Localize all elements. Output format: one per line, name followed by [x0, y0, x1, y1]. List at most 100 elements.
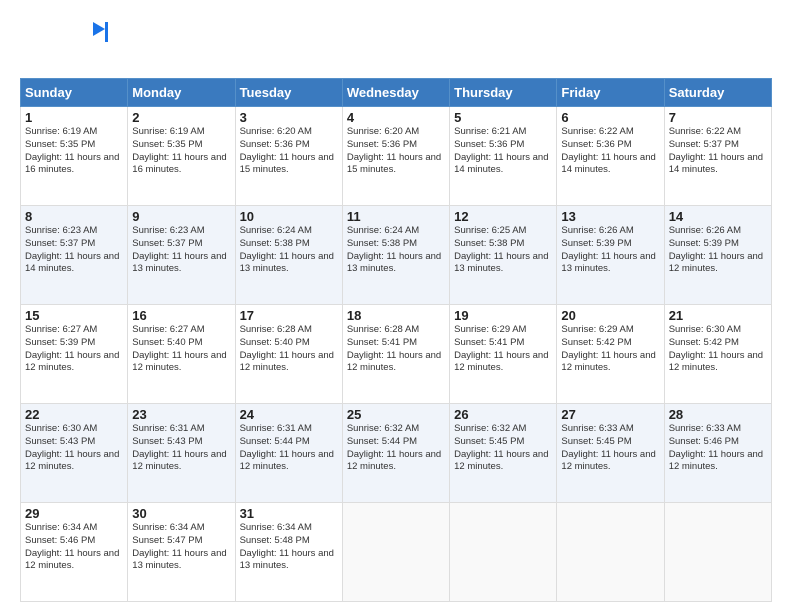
calendar-cell: 14Sunrise: 6:26 AMSunset: 5:39 PMDayligh… [664, 206, 771, 305]
day-info: Sunrise: 6:28 AMSunset: 5:41 PMDaylight:… [347, 324, 445, 375]
day-info: Sunrise: 6:34 AMSunset: 5:47 PMDaylight:… [132, 522, 230, 573]
calendar-cell: 18Sunrise: 6:28 AMSunset: 5:41 PMDayligh… [342, 305, 449, 404]
day-info: Sunrise: 6:32 AMSunset: 5:44 PMDaylight:… [347, 423, 445, 474]
calendar-week-row: 29Sunrise: 6:34 AMSunset: 5:46 PMDayligh… [21, 503, 772, 602]
day-number: 8 [25, 209, 123, 224]
calendar-cell: 23Sunrise: 6:31 AMSunset: 5:43 PMDayligh… [128, 404, 235, 503]
day-number: 9 [132, 209, 230, 224]
calendar-cell: 31Sunrise: 6:34 AMSunset: 5:48 PMDayligh… [235, 503, 342, 602]
day-number: 11 [347, 209, 445, 224]
day-info: Sunrise: 6:33 AMSunset: 5:46 PMDaylight:… [669, 423, 767, 474]
calendar-cell [342, 503, 449, 602]
day-number: 6 [561, 110, 659, 125]
day-number: 7 [669, 110, 767, 125]
calendar-cell: 13Sunrise: 6:26 AMSunset: 5:39 PMDayligh… [557, 206, 664, 305]
calendar-cell [664, 503, 771, 602]
day-number: 17 [240, 308, 338, 323]
calendar-header-thursday: Thursday [450, 79, 557, 107]
day-info: Sunrise: 6:34 AMSunset: 5:48 PMDaylight:… [240, 522, 338, 573]
calendar-cell: 25Sunrise: 6:32 AMSunset: 5:44 PMDayligh… [342, 404, 449, 503]
calendar-cell: 1Sunrise: 6:19 AMSunset: 5:35 PMDaylight… [21, 107, 128, 206]
day-info: Sunrise: 6:26 AMSunset: 5:39 PMDaylight:… [669, 225, 767, 276]
calendar-cell: 3Sunrise: 6:20 AMSunset: 5:36 PMDaylight… [235, 107, 342, 206]
calendar-header-saturday: Saturday [664, 79, 771, 107]
calendar-week-row: 15Sunrise: 6:27 AMSunset: 5:39 PMDayligh… [21, 305, 772, 404]
calendar-cell: 4Sunrise: 6:20 AMSunset: 5:36 PMDaylight… [342, 107, 449, 206]
day-info: Sunrise: 6:23 AMSunset: 5:37 PMDaylight:… [25, 225, 123, 276]
day-number: 1 [25, 110, 123, 125]
day-info: Sunrise: 6:32 AMSunset: 5:45 PMDaylight:… [454, 423, 552, 474]
page: SundayMondayTuesdayWednesdayThursdayFrid… [0, 0, 792, 612]
day-number: 24 [240, 407, 338, 422]
logo [20, 18, 108, 68]
calendar-cell: 24Sunrise: 6:31 AMSunset: 5:44 PMDayligh… [235, 404, 342, 503]
calendar-cell: 11Sunrise: 6:24 AMSunset: 5:38 PMDayligh… [342, 206, 449, 305]
calendar-cell [450, 503, 557, 602]
day-info: Sunrise: 6:19 AMSunset: 5:35 PMDaylight:… [25, 126, 123, 177]
day-info: Sunrise: 6:27 AMSunset: 5:39 PMDaylight:… [25, 324, 123, 375]
calendar-cell: 6Sunrise: 6:22 AMSunset: 5:36 PMDaylight… [557, 107, 664, 206]
calendar-cell: 2Sunrise: 6:19 AMSunset: 5:35 PMDaylight… [128, 107, 235, 206]
day-info: Sunrise: 6:30 AMSunset: 5:43 PMDaylight:… [25, 423, 123, 474]
day-info: Sunrise: 6:27 AMSunset: 5:40 PMDaylight:… [132, 324, 230, 375]
calendar-cell: 20Sunrise: 6:29 AMSunset: 5:42 PMDayligh… [557, 305, 664, 404]
day-info: Sunrise: 6:30 AMSunset: 5:42 PMDaylight:… [669, 324, 767, 375]
calendar-cell: 12Sunrise: 6:25 AMSunset: 5:38 PMDayligh… [450, 206, 557, 305]
day-info: Sunrise: 6:28 AMSunset: 5:40 PMDaylight:… [240, 324, 338, 375]
day-info: Sunrise: 6:33 AMSunset: 5:45 PMDaylight:… [561, 423, 659, 474]
calendar-cell: 10Sunrise: 6:24 AMSunset: 5:38 PMDayligh… [235, 206, 342, 305]
day-number: 3 [240, 110, 338, 125]
calendar-cell [557, 503, 664, 602]
calendar-body: 1Sunrise: 6:19 AMSunset: 5:35 PMDaylight… [21, 107, 772, 602]
calendar-header-row: SundayMondayTuesdayWednesdayThursdayFrid… [21, 79, 772, 107]
day-number: 13 [561, 209, 659, 224]
calendar-cell: 26Sunrise: 6:32 AMSunset: 5:45 PMDayligh… [450, 404, 557, 503]
calendar-cell: 17Sunrise: 6:28 AMSunset: 5:40 PMDayligh… [235, 305, 342, 404]
calendar-table: SundayMondayTuesdayWednesdayThursdayFrid… [20, 78, 772, 602]
calendar-cell: 7Sunrise: 6:22 AMSunset: 5:37 PMDaylight… [664, 107, 771, 206]
calendar-cell: 27Sunrise: 6:33 AMSunset: 5:45 PMDayligh… [557, 404, 664, 503]
day-number: 4 [347, 110, 445, 125]
calendar-cell: 29Sunrise: 6:34 AMSunset: 5:46 PMDayligh… [21, 503, 128, 602]
calendar-week-row: 8Sunrise: 6:23 AMSunset: 5:37 PMDaylight… [21, 206, 772, 305]
day-number: 14 [669, 209, 767, 224]
day-info: Sunrise: 6:31 AMSunset: 5:44 PMDaylight:… [240, 423, 338, 474]
day-info: Sunrise: 6:23 AMSunset: 5:37 PMDaylight:… [132, 225, 230, 276]
day-info: Sunrise: 6:19 AMSunset: 5:35 PMDaylight:… [132, 126, 230, 177]
day-number: 22 [25, 407, 123, 422]
calendar-week-row: 1Sunrise: 6:19 AMSunset: 5:35 PMDaylight… [21, 107, 772, 206]
day-number: 10 [240, 209, 338, 224]
day-number: 2 [132, 110, 230, 125]
day-number: 21 [669, 308, 767, 323]
day-number: 31 [240, 506, 338, 521]
day-info: Sunrise: 6:24 AMSunset: 5:38 PMDaylight:… [240, 225, 338, 276]
day-number: 19 [454, 308, 552, 323]
day-info: Sunrise: 6:29 AMSunset: 5:41 PMDaylight:… [454, 324, 552, 375]
day-info: Sunrise: 6:24 AMSunset: 5:38 PMDaylight:… [347, 225, 445, 276]
day-number: 15 [25, 308, 123, 323]
calendar-week-row: 22Sunrise: 6:30 AMSunset: 5:43 PMDayligh… [21, 404, 772, 503]
day-info: Sunrise: 6:31 AMSunset: 5:43 PMDaylight:… [132, 423, 230, 474]
day-info: Sunrise: 6:21 AMSunset: 5:36 PMDaylight:… [454, 126, 552, 177]
day-number: 5 [454, 110, 552, 125]
day-number: 20 [561, 308, 659, 323]
day-info: Sunrise: 6:26 AMSunset: 5:39 PMDaylight:… [561, 225, 659, 276]
calendar-header-monday: Monday [128, 79, 235, 107]
day-info: Sunrise: 6:22 AMSunset: 5:37 PMDaylight:… [669, 126, 767, 177]
day-number: 18 [347, 308, 445, 323]
day-info: Sunrise: 6:20 AMSunset: 5:36 PMDaylight:… [347, 126, 445, 177]
day-number: 26 [454, 407, 552, 422]
calendar-header-sunday: Sunday [21, 79, 128, 107]
calendar-cell: 16Sunrise: 6:27 AMSunset: 5:40 PMDayligh… [128, 305, 235, 404]
calendar-cell: 30Sunrise: 6:34 AMSunset: 5:47 PMDayligh… [128, 503, 235, 602]
day-number: 27 [561, 407, 659, 422]
day-info: Sunrise: 6:34 AMSunset: 5:46 PMDaylight:… [25, 522, 123, 573]
calendar-cell: 9Sunrise: 6:23 AMSunset: 5:37 PMDaylight… [128, 206, 235, 305]
calendar-cell: 8Sunrise: 6:23 AMSunset: 5:37 PMDaylight… [21, 206, 128, 305]
calendar-cell: 19Sunrise: 6:29 AMSunset: 5:41 PMDayligh… [450, 305, 557, 404]
calendar-cell: 5Sunrise: 6:21 AMSunset: 5:36 PMDaylight… [450, 107, 557, 206]
calendar-cell: 15Sunrise: 6:27 AMSunset: 5:39 PMDayligh… [21, 305, 128, 404]
calendar-cell: 21Sunrise: 6:30 AMSunset: 5:42 PMDayligh… [664, 305, 771, 404]
day-info: Sunrise: 6:25 AMSunset: 5:38 PMDaylight:… [454, 225, 552, 276]
calendar-header-tuesday: Tuesday [235, 79, 342, 107]
